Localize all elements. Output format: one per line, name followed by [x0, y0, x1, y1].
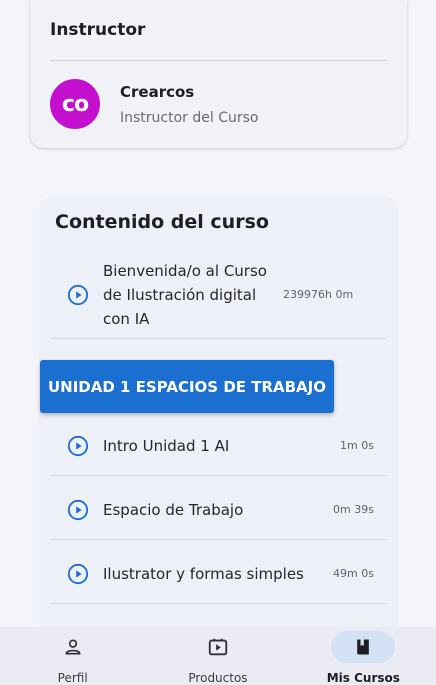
nav-item-perfil[interactable]: Perfil	[0, 627, 145, 685]
lesson-duration: 0m 39s	[333, 503, 374, 516]
lesson-duration: 49m 0s	[333, 567, 374, 580]
play-circle-icon	[67, 499, 89, 520]
course-content-card: Contenido del curso Bienvenida/o al Curs…	[39, 196, 398, 656]
lesson-item[interactable]: Espacio de Trabajo 0m 39s	[51, 480, 386, 540]
lesson-title: Intro Unidad 1 AI	[103, 436, 230, 455]
nav-label: Mis Cursos	[326, 671, 400, 685]
divider	[50, 60, 387, 61]
bottom-navigation: Perfil Productos Mis Cursos	[0, 627, 436, 685]
nav-item-productos[interactable]: Productos	[145, 627, 290, 685]
book-icon	[357, 639, 370, 655]
lesson-item[interactable]: Intro Unidad 1 AI 1m 0s	[51, 416, 386, 476]
lesson-title: Espacio de Trabajo	[103, 500, 244, 519]
person-icon	[65, 639, 81, 655]
nav-label: Productos	[188, 671, 248, 685]
instructor-card: Instructor co Crearcos Instructor del Cu…	[30, 0, 407, 148]
video-icon	[208, 638, 228, 656]
play-circle-icon	[67, 284, 89, 305]
nav-icon-container	[186, 631, 250, 663]
course-content-title: Contenido del curso	[55, 211, 269, 233]
nav-icon-container	[41, 631, 105, 663]
nav-icon-container	[331, 631, 396, 663]
lesson-title: Ilustrator y formas simples	[103, 564, 304, 583]
lesson-title: Bienvenida/o al Curso de Ilustración dig…	[103, 261, 267, 328]
lesson-item[interactable]: Bienvenida/o al Curso de Ilustración dig…	[51, 251, 386, 339]
instructor-heading: Instructor	[50, 20, 146, 40]
play-circle-icon	[67, 435, 89, 456]
nav-item-mis-cursos[interactable]: Mis Cursos	[291, 627, 436, 685]
play-circle-icon	[67, 563, 89, 584]
lesson-item[interactable]: Ilustrator y formas simples 49m 0s	[51, 544, 386, 604]
lesson-duration: 1m 0s	[340, 439, 374, 452]
unit-header-button[interactable]: UNIDAD 1 ESPACIOS DE TRABAJO	[40, 360, 334, 413]
nav-label: Perfil	[57, 671, 88, 685]
instructor-role: Instructor del Curso	[120, 110, 259, 126]
avatar[interactable]: co	[50, 79, 100, 129]
lesson-duration: 239976h 0m	[283, 288, 354, 301]
instructor-name[interactable]: Crearcos	[120, 83, 194, 101]
